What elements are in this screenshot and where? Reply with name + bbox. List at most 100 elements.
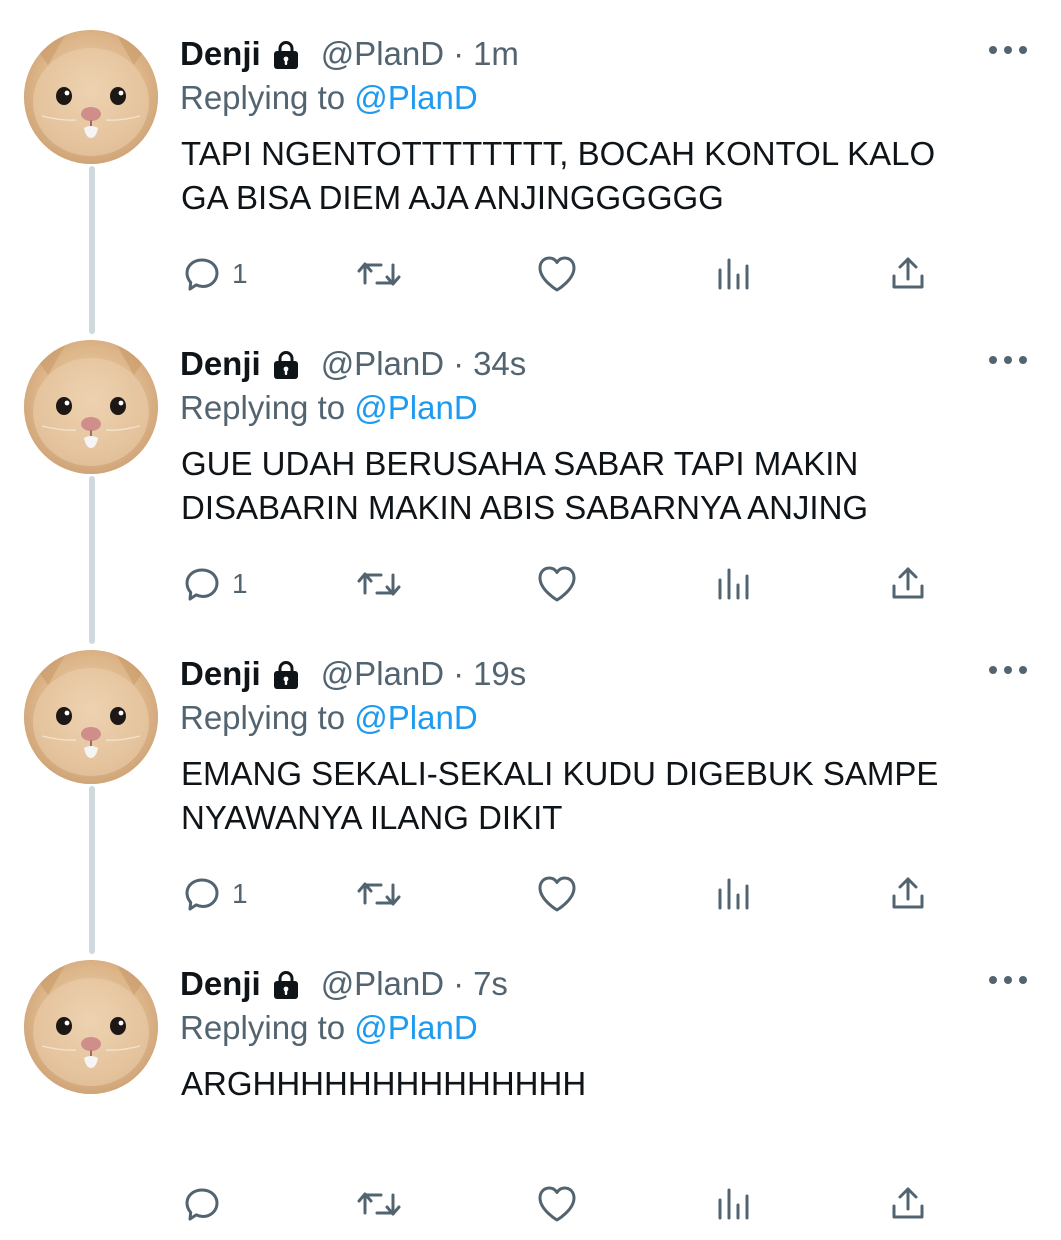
tweet[interactable]: Denji @PlanD · 1m Replying to @PlanD TAP…: [0, 0, 1061, 310]
tweet-text-line: EMANG SEKALI-SEKALI KUDU DIGEBUK SAMPE: [181, 755, 939, 792]
replying-to-label: Replying to: [180, 79, 355, 116]
tweet-text: GUE UDAH BERUSAHA SABAR TAPI MAKIN DISAB…: [181, 442, 1031, 530]
like-button[interactable]: [533, 558, 581, 610]
analytics-icon: [711, 252, 755, 296]
replying-to: Replying to @PlanD: [180, 76, 478, 120]
like-button[interactable]: [533, 868, 581, 920]
tweet-text: ARGHHHHHHHHHHHHHH: [181, 1062, 1031, 1106]
more-icon[interactable]: [989, 662, 1027, 678]
reply-button[interactable]: 1: [180, 248, 248, 300]
tweet-actions: 1: [0, 558, 1061, 610]
avatar[interactable]: [24, 340, 158, 474]
tweet-text-line: NYAWANYA ILANG DIKIT: [181, 799, 563, 836]
analytics-button[interactable]: [711, 558, 755, 610]
share-button[interactable]: [886, 558, 930, 610]
replying-to-label: Replying to: [180, 1009, 355, 1046]
share-icon: [886, 252, 930, 296]
share-button[interactable]: [886, 868, 930, 920]
replying-to: Replying to @PlanD: [180, 1006, 478, 1050]
separator-dot: ·: [453, 965, 465, 1002]
reply-count: 1: [232, 568, 248, 599]
heart-icon: [533, 562, 581, 606]
more-icon[interactable]: [989, 42, 1027, 58]
lock-icon: [269, 657, 303, 691]
share-button[interactable]: [886, 1178, 930, 1230]
replying-to: Replying to @PlanD: [180, 696, 478, 740]
replying-to: Replying to @PlanD: [180, 386, 478, 430]
replying-to-label: Replying to: [180, 389, 355, 426]
lock-icon: [269, 347, 303, 381]
lock-icon: [269, 37, 303, 71]
display-name[interactable]: Denji: [180, 32, 261, 76]
heart-icon: [533, 252, 581, 296]
user-handle[interactable]: @PlanD: [321, 962, 444, 1006]
tweet-thread: Denji @PlanD · 1m Replying to @PlanD TAP…: [0, 0, 1061, 1222]
tweet[interactable]: Denji @PlanD · 19s Replying to @PlanD EM…: [0, 620, 1061, 930]
more-icon[interactable]: [989, 352, 1027, 368]
tweet-header: Denji @PlanD · 7s: [180, 962, 508, 1006]
reply-count: 1: [232, 878, 248, 909]
avatar[interactable]: [24, 30, 158, 164]
avatar[interactable]: [24, 960, 158, 1094]
heart-icon: [533, 1182, 581, 1226]
reply-count: 1: [232, 258, 248, 289]
reply-button[interactable]: 1: [180, 868, 248, 920]
retweet-button[interactable]: [354, 248, 404, 300]
share-button[interactable]: [886, 248, 930, 300]
display-name[interactable]: Denji: [180, 342, 261, 386]
replying-to-handle[interactable]: @PlanD: [354, 389, 477, 426]
tweet-text: TAPI NGENTOTTTTTTTT, BOCAH KONTOL KALO G…: [181, 132, 1031, 220]
user-handle[interactable]: @PlanD: [321, 652, 444, 696]
heart-icon: [533, 872, 581, 916]
timestamp[interactable]: 19s: [473, 652, 526, 696]
user-handle[interactable]: @PlanD: [321, 32, 444, 76]
reply-button[interactable]: [180, 1178, 232, 1230]
timestamp[interactable]: 34s: [473, 342, 526, 386]
tweet[interactable]: Denji @PlanD · 7s Replying to @PlanD ARG…: [0, 930, 1061, 1240]
reply-icon: [180, 562, 224, 606]
reply-icon: [180, 872, 224, 916]
replying-to-handle[interactable]: @PlanD: [354, 1009, 477, 1046]
reply-icon: [180, 1182, 224, 1226]
share-icon: [886, 562, 930, 606]
tweet-header: Denji @PlanD · 34s: [180, 342, 526, 386]
retweet-icon: [354, 252, 404, 296]
tweet-text-line: ARGHHHHHHHHHHHHHH: [181, 1065, 587, 1102]
tweet-actions: [0, 1178, 1061, 1230]
analytics-button[interactable]: [711, 248, 755, 300]
tweet-text-line: GA BISA DIEM AJA ANJINGGGGGG: [181, 179, 724, 216]
retweet-button[interactable]: [354, 868, 404, 920]
tweet-actions: 1: [0, 868, 1061, 920]
retweet-button[interactable]: [354, 558, 404, 610]
separator-dot: ·: [453, 35, 465, 72]
retweet-icon: [354, 562, 404, 606]
more-icon[interactable]: [989, 972, 1027, 988]
reply-button[interactable]: 1: [180, 558, 248, 610]
like-button[interactable]: [533, 248, 581, 300]
tweet-text-line: TAPI NGENTOTTTTTTTT, BOCAH KONTOL KALO: [181, 135, 936, 172]
display-name[interactable]: Denji: [180, 652, 261, 696]
analytics-icon: [711, 1182, 755, 1226]
tweet-actions: 1: [0, 248, 1061, 300]
display-name[interactable]: Denji: [180, 962, 261, 1006]
separator-dot: ·: [453, 655, 465, 692]
share-icon: [886, 872, 930, 916]
tweet[interactable]: Denji @PlanD · 34s Replying to @PlanD GU…: [0, 310, 1061, 620]
avatar[interactable]: [24, 650, 158, 784]
analytics-button[interactable]: [711, 1178, 755, 1230]
timestamp[interactable]: 1m: [473, 32, 519, 76]
replying-to-handle[interactable]: @PlanD: [354, 699, 477, 736]
user-handle[interactable]: @PlanD: [321, 342, 444, 386]
tweet-text: EMANG SEKALI-SEKALI KUDU DIGEBUK SAMPE N…: [181, 752, 1031, 840]
replying-to-label: Replying to: [180, 699, 355, 736]
analytics-icon: [711, 562, 755, 606]
retweet-button[interactable]: [354, 1178, 404, 1230]
timestamp[interactable]: 7s: [473, 962, 508, 1006]
analytics-icon: [711, 872, 755, 916]
analytics-button[interactable]: [711, 868, 755, 920]
tweet-text-line: GUE UDAH BERUSAHA SABAR TAPI MAKIN: [181, 445, 859, 482]
like-button[interactable]: [533, 1178, 581, 1230]
retweet-icon: [354, 872, 404, 916]
retweet-icon: [354, 1182, 404, 1226]
replying-to-handle[interactable]: @PlanD: [354, 79, 477, 116]
